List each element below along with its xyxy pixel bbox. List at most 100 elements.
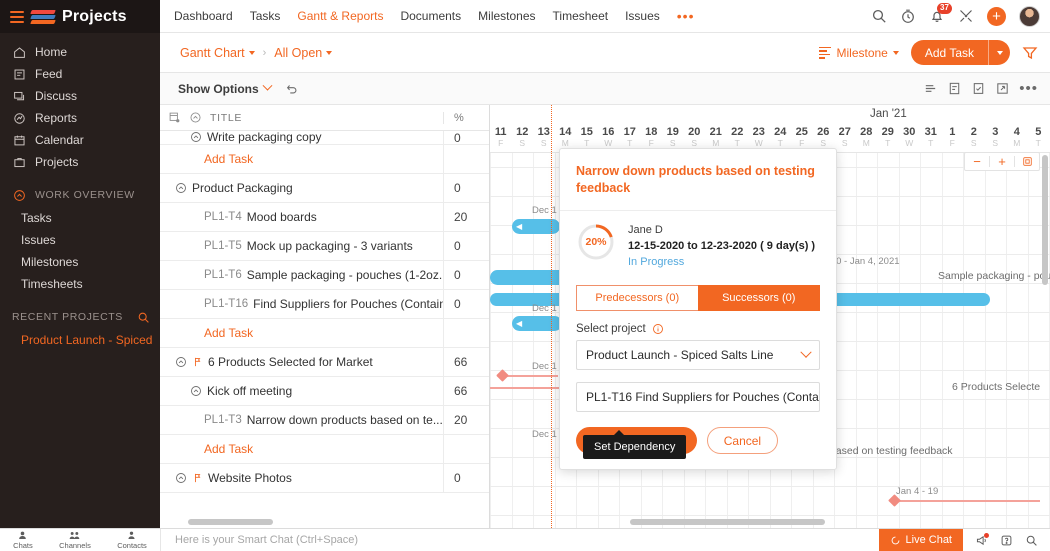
smart-chat-input[interactable]: Here is your Smart Chat (Ctrl+Space) <box>160 528 879 551</box>
fullscreen-icon[interactable] <box>995 81 1010 96</box>
table-row[interactable]: 6 Products Selected for Market 66 <box>160 348 489 377</box>
add-task-row[interactable]: Add Task <box>160 435 489 464</box>
timer-icon[interactable] <box>900 8 916 24</box>
collapse-all-icon[interactable] <box>189 111 203 125</box>
sidebar-item-label: Projects <box>35 155 79 169</box>
tools-icon[interactable] <box>958 8 974 24</box>
search-projects-icon[interactable] <box>136 310 150 324</box>
export-icon[interactable] <box>947 81 962 96</box>
collapse-toggle-icon[interactable] <box>190 385 202 397</box>
undo-icon[interactable] <box>285 82 299 96</box>
table-row[interactable]: PL1-T16 Find Suppliers for Pouches (Cont… <box>160 290 489 319</box>
checklist-icon[interactable] <box>971 81 986 96</box>
table-row[interactable]: PL1-T6 Sample packaging - pouches (1-2oz… <box>160 261 489 290</box>
add-new-button[interactable]: + <box>987 6 1006 26</box>
layout-icon[interactable] <box>923 81 938 96</box>
notifications-bell-icon[interactable]: 37 <box>929 3 952 24</box>
add-task-row[interactable]: Add Task <box>160 319 489 348</box>
add-task-link[interactable]: Add Task <box>160 326 443 340</box>
table-row[interactable]: Product Packaging 0 <box>160 174 489 203</box>
breadcrumb-view-selector[interactable]: Gantt Chart <box>180 46 255 60</box>
tab-gantt-reports[interactable]: Gantt & Reports <box>297 9 383 23</box>
table-row[interactable]: PL1-T3 Narrow down products based on te.… <box>160 406 489 435</box>
zoom-out-button[interactable]: − <box>965 153 989 170</box>
gantt-zoom-controls: − + <box>964 152 1040 171</box>
info-icon[interactable] <box>652 323 664 335</box>
collapse-toggle-icon[interactable] <box>175 472 187 484</box>
gantt-vertical-scrollbar[interactable] <box>1042 155 1048 285</box>
collapse-toggle-icon[interactable] <box>175 182 187 194</box>
table-row[interactable]: Write packaging copy 0 <box>160 131 489 145</box>
progress-percent: 20% <box>585 236 607 248</box>
add-task-row[interactable]: Add Task <box>160 145 489 174</box>
sidebar-item-projects[interactable]: Projects <box>0 151 160 173</box>
tab-milestones[interactable]: Milestones <box>478 9 535 23</box>
tab-successors[interactable]: Successors (0) <box>697 285 820 311</box>
bottom-tab-contacts[interactable]: Contacts <box>117 530 147 550</box>
add-task-button[interactable]: Add Task <box>910 40 988 65</box>
gantt-bar[interactable]: ◀ <box>512 316 562 331</box>
project-select[interactable]: Product Launch - Spiced Salts Line <box>576 340 820 370</box>
add-task-link[interactable]: Add Task <box>160 152 443 166</box>
sidebar-item-calendar[interactable]: Calendar <box>0 129 160 151</box>
sidebar-item-issues[interactable]: Issues <box>0 229 160 251</box>
sidebar-item-milestones[interactable]: Milestones <box>0 251 160 273</box>
column-settings-icon[interactable] <box>168 111 182 125</box>
tab-dashboard[interactable]: Dashboard <box>174 9 233 23</box>
task-title: Narrow down products based on te... <box>246 413 443 427</box>
cancel-button[interactable]: Cancel <box>706 427 779 454</box>
collapse-toggle-icon[interactable] <box>175 356 187 368</box>
gantt-day-weekday: S <box>992 138 999 148</box>
tab-more-icon[interactable]: ••• <box>677 9 695 23</box>
help-icon[interactable] <box>1000 534 1013 547</box>
chevron-down-icon <box>892 50 899 55</box>
tab-documents[interactable]: Documents <box>400 9 461 23</box>
gantt-bar[interactable]: ◀ <box>512 219 560 234</box>
user-avatar[interactable] <box>1019 5 1040 27</box>
search-icon[interactable] <box>871 8 887 24</box>
fit-to-screen-icon[interactable] <box>1015 156 1039 167</box>
bottom-tab-channels[interactable]: Channels <box>59 530 91 550</box>
table-row[interactable]: PL1-T5 Mock up packaging - 3 variants 0 <box>160 232 489 261</box>
more-options-icon[interactable]: ••• <box>1019 81 1038 96</box>
sidebar-section-recent-projects: RECENT PROJECTS <box>0 305 160 329</box>
live-chat-button[interactable]: Live Chat <box>878 528 963 551</box>
calendar-icon <box>12 133 26 147</box>
sidebar-recent-project[interactable]: Product Launch - Spiced <box>0 329 160 351</box>
sidebar-item-feed[interactable]: Feed <box>0 63 160 85</box>
list-horizontal-scrollbar[interactable] <box>188 519 273 525</box>
bottom-tab-chats[interactable]: Chats <box>13 530 33 550</box>
gantt-horizontal-scrollbar[interactable] <box>630 519 825 525</box>
add-task-link[interactable]: Add Task <box>160 442 443 456</box>
sidebar-item-timesheets[interactable]: Timesheets <box>0 273 160 295</box>
sidebar-item-reports[interactable]: Reports <box>0 107 160 129</box>
add-task-dropdown-icon[interactable] <box>988 40 1010 65</box>
announcements-icon[interactable] <box>975 532 989 547</box>
table-row[interactable]: Website Photos 0 <box>160 464 489 493</box>
popup-title: Narrow down products based on testing fe… <box>576 164 815 195</box>
table-row[interactable]: Kick off meeting 66 <box>160 377 489 406</box>
feed-icon <box>12 67 26 81</box>
collapse-toggle-icon[interactable] <box>190 131 202 143</box>
search-icon[interactable] <box>1025 534 1038 547</box>
sidebar-item-discuss[interactable]: Discuss <box>0 85 160 107</box>
breadcrumb-filter-selector[interactable]: All Open <box>274 46 333 60</box>
filter-icon[interactable] <box>1022 45 1038 61</box>
milestone-selector[interactable]: Milestone <box>819 46 899 60</box>
zoom-in-button[interactable]: + <box>990 153 1014 170</box>
table-row[interactable]: PL1-T4 Mood boards 20 <box>160 203 489 232</box>
tab-tasks[interactable]: Tasks <box>250 9 281 23</box>
task-percent: 0 <box>443 131 489 144</box>
tab-issues[interactable]: Issues <box>625 9 660 23</box>
sidebar-item-home[interactable]: Home <box>0 41 160 63</box>
tab-timesheet[interactable]: Timesheet <box>553 9 609 23</box>
gantt-day-weekday: M <box>1013 138 1021 148</box>
menu-toggle-icon[interactable] <box>10 10 24 23</box>
sidebar-item-tasks[interactable]: Tasks <box>0 207 160 229</box>
task-search-input[interactable]: PL1-T16 Find Suppliers for Pouches (Cont… <box>576 382 820 412</box>
show-options-button[interactable]: Show Options <box>178 80 273 96</box>
gantt-bar-date: Dec 1 <box>532 361 557 372</box>
select-project-label: Select project <box>576 323 646 335</box>
sidebar-section-work-overview[interactable]: WORK OVERVIEW <box>0 183 160 207</box>
tab-predecessors[interactable]: Predecessors (0) <box>576 285 698 311</box>
